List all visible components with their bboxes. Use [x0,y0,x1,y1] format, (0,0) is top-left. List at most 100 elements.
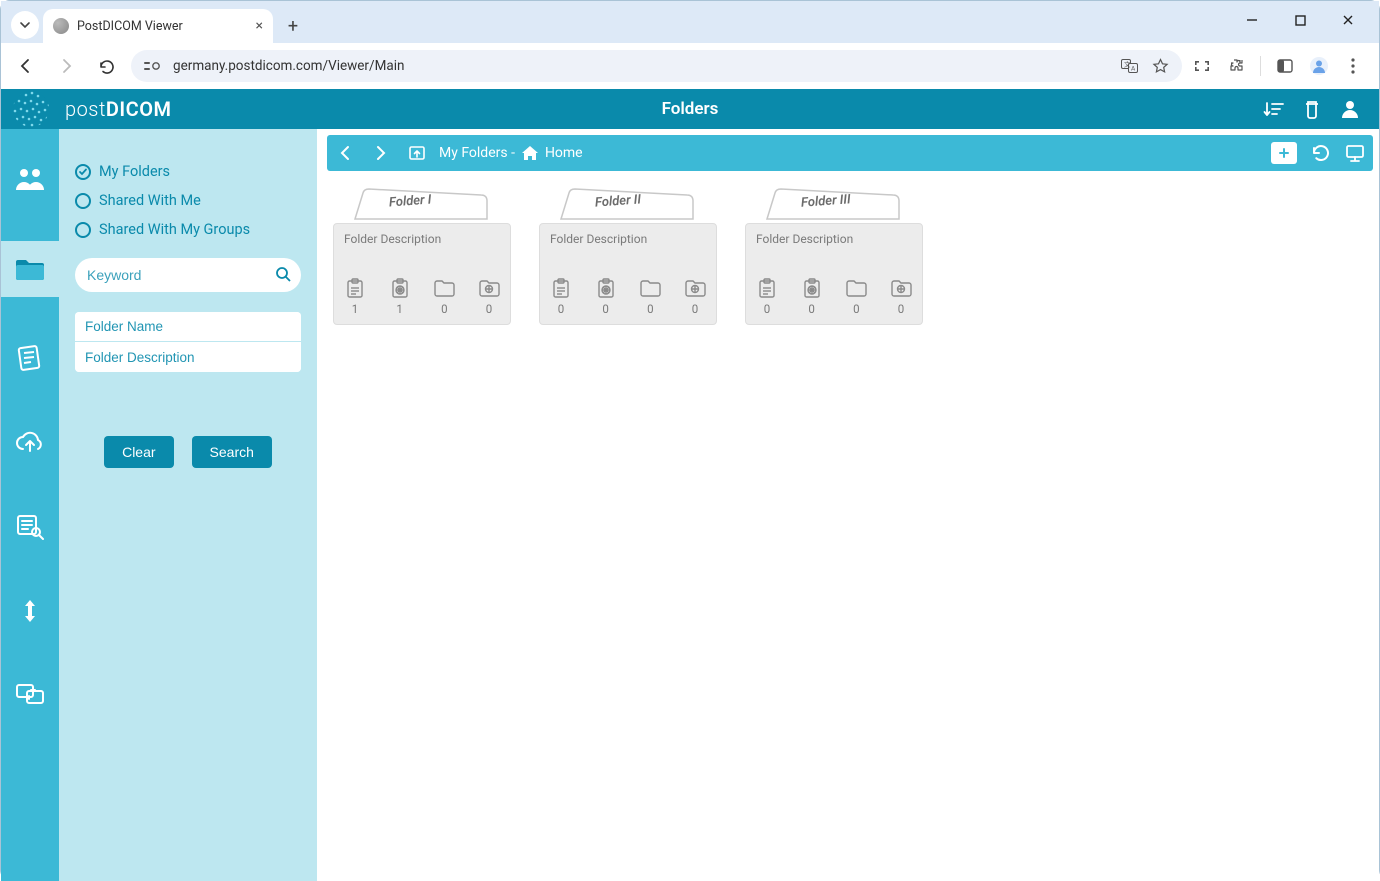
folder-stat: 0 [433,277,455,316]
stat-count: 0 [898,302,904,316]
folder-tab: Folder II [539,187,717,223]
minimize-button[interactable] [1239,7,1265,33]
rail-folders-icon[interactable] [1,241,59,297]
add-folder-icon[interactable] [1271,142,1297,164]
stat-icon [550,277,572,299]
breadcrumb-path: My Folders - Home [439,145,583,161]
rail-search-list-icon[interactable] [8,505,52,549]
folder-stats: 0000 [550,277,706,316]
folder-description-input[interactable] [75,342,301,372]
screenshot-extension-icon[interactable] [1192,56,1212,76]
profile-icon[interactable] [1309,56,1329,76]
stat-count: 0 [558,302,564,316]
user-icon[interactable] [1339,98,1361,120]
stat-count: 0 [764,302,770,316]
breadcrumb-root: My Folders - [439,145,515,161]
forward-button[interactable] [51,51,81,81]
app: postDICOM Folders [1,89,1379,881]
maximize-button[interactable] [1287,7,1313,33]
filter-shared-with-groups[interactable]: Shared With My Groups [75,221,301,238]
folder-body: Folder Description 1100 [333,223,511,325]
extensions-icon[interactable] [1226,56,1246,76]
keyword-search [75,258,301,292]
breadcrumb-home[interactable]: Home [545,145,583,161]
browser-chrome: PostDICOM Viewer × + germany.postdicom.c… [1,1,1379,89]
address-bar[interactable]: germany.postdicom.com/Viewer/Main 文A [131,50,1182,82]
filter-label: Shared With My Groups [99,221,250,238]
close-window-button[interactable] [1335,7,1361,33]
rail-monitors-icon[interactable] [8,673,52,717]
stat-count: 0 [853,302,859,316]
tab-favicon [53,18,69,34]
browser-tab[interactable]: PostDICOM Viewer × [43,9,273,43]
translate-icon[interactable]: 文A [1120,56,1140,76]
bookmark-star-icon[interactable] [1150,56,1170,76]
radio-unchecked-icon [75,222,91,238]
new-tab-button[interactable]: + [279,12,307,40]
folder-name: Folder II [595,192,642,210]
rail-sync-icon[interactable] [8,589,52,633]
sort-icon[interactable] [1263,99,1285,119]
filter-my-folders[interactable]: My Folders [75,163,301,180]
stat-count: 0 [441,302,447,316]
search-icon[interactable] [275,266,291,282]
folder-stat: 0 [550,277,572,316]
folder-description: Folder Description [756,232,912,246]
svg-text:文: 文 [1124,60,1131,69]
back-button[interactable] [11,51,41,81]
stat-icon [344,277,366,299]
stat-count: 1 [352,302,358,316]
tab-list-dropdown[interactable] [11,11,39,39]
folder-tab: Folder I [333,187,511,223]
present-icon[interactable] [1345,143,1365,163]
search-button[interactable]: Search [192,436,272,468]
brand-text: postDICOM [65,97,172,121]
menu-icon[interactable] [1343,56,1363,76]
folder-stat: 0 [684,277,706,316]
brand: postDICOM [1,89,172,129]
folder-filter-list: My Folders Shared With Me Shared With My… [75,163,301,238]
folder-description: Folder Description [344,232,500,246]
folder-stat: 0 [890,277,912,316]
folder-card[interactable]: Folder II Folder Description 0000 [539,187,717,325]
tab-title: PostDICOM Viewer [77,19,248,34]
stat-icon [801,277,823,299]
rail-reports-icon[interactable] [8,337,52,381]
rail-patients-icon[interactable] [8,157,52,201]
filter-shared-with-me[interactable]: Shared With Me [75,192,301,209]
stat-count: 0 [602,302,608,316]
folder-card[interactable]: Folder I Folder Description 1100 [333,187,511,325]
stat-count: 0 [692,302,698,316]
rail-upload-icon[interactable] [8,421,52,465]
clear-button[interactable]: Clear [104,436,173,468]
side-panel-icon[interactable] [1275,56,1295,76]
tab-close-icon[interactable]: × [256,18,263,34]
folders-grid: Folder I Folder Description 1100 Folder … [327,171,1373,875]
home-icon[interactable] [521,145,539,161]
stat-count: 0 [486,302,492,316]
trash-icon[interactable] [1303,99,1321,119]
crumb-back-icon[interactable] [335,143,355,163]
crumb-up-icon[interactable] [407,143,427,163]
breadcrumb-bar: My Folders - Home [327,135,1373,171]
folder-stats: 0 0 0 0 [756,277,912,316]
nav-rail [1,129,59,881]
reload-button[interactable] [91,51,121,81]
folder-name-input[interactable] [75,312,301,342]
filter-buttons: Clear Search [75,436,301,468]
stat-icon [478,277,500,299]
folder-card[interactable]: Folder III Folder Description 0000 [745,187,923,325]
stat-count: 0 [808,302,814,316]
window-controls [1239,7,1379,43]
keyword-input[interactable] [75,258,301,292]
site-info-icon[interactable] [143,58,163,74]
header-actions [1263,98,1379,120]
refresh-icon[interactable] [1311,143,1331,163]
radio-checked-icon [75,164,91,180]
app-body: My Folders Shared With Me Shared With My… [1,129,1379,881]
folder-stat: 0 [845,277,867,316]
crumb-forward-icon[interactable] [371,143,391,163]
tab-row: PostDICOM Viewer × + [1,1,1379,43]
folder-stat: 0 [756,277,778,316]
stat-icon [389,277,411,299]
